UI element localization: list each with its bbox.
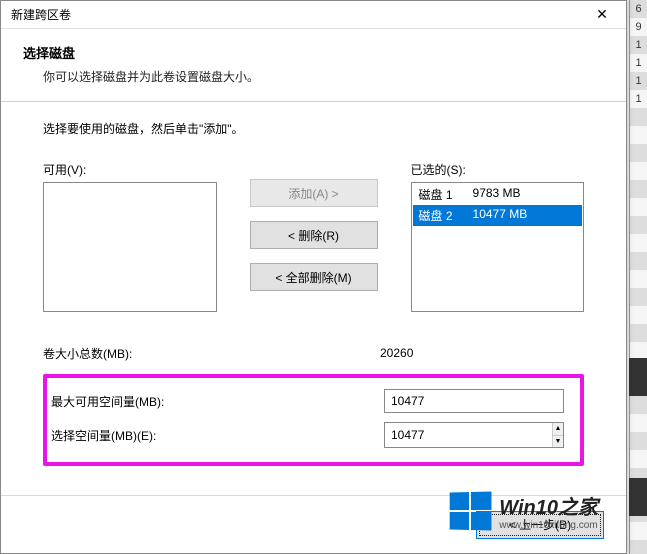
strip-num: 6 <box>630 0 647 18</box>
add-button[interactable]: 添加(A) > <box>250 179 378 207</box>
page-subtitle: 你可以选择磁盘并为此卷设置磁盘大小。 <box>23 68 604 85</box>
total-size-value: 20260 <box>376 344 556 362</box>
remove-all-button[interactable]: < 全部删除(M) <box>250 263 378 291</box>
window-title: 新建跨区卷 <box>11 6 584 23</box>
titlebar[interactable]: 新建跨区卷 ✕ <box>1 1 626 29</box>
back-button[interactable]: < 上一步(B) <box>476 511 604 539</box>
available-column: 可用(V): <box>43 161 217 312</box>
select-space-spinner[interactable]: ▲ ▼ <box>384 422 564 448</box>
list-item[interactable]: 磁盘 2 10477 MB <box>413 205 583 226</box>
instruction-text: 选择要使用的磁盘，然后单击"添加"。 <box>43 120 584 137</box>
bg-band <box>629 478 647 516</box>
total-size-label: 卷大小总数(MB): <box>43 345 368 362</box>
close-button[interactable]: ✕ <box>584 3 620 27</box>
select-space-input[interactable] <box>385 423 552 447</box>
list-item[interactable]: 磁盘 1 9783 MB <box>413 184 583 205</box>
header-area: 选择磁盘 你可以选择磁盘并为此卷设置磁盘大小。 <box>1 29 626 95</box>
strip-num: 1 <box>630 54 647 72</box>
max-space-label: 最大可用空间量(MB): <box>51 393 376 410</box>
disk-name: 磁盘 2 <box>419 207 453 224</box>
max-space-row: 最大可用空间量(MB): <box>51 384 576 418</box>
spinner-up-icon[interactable]: ▲ <box>553 423 563 436</box>
disk-selection-area: 可用(V): 添加(A) > < 删除(R) < 全部删除(M) 已选的(S):… <box>43 161 584 312</box>
selected-listbox[interactable]: 磁盘 1 9783 MB 磁盘 2 10477 MB <box>411 182 585 312</box>
spinner-down-icon[interactable]: ▼ <box>553 436 563 448</box>
page-title: 选择磁盘 <box>23 43 604 62</box>
remove-button[interactable]: < 删除(R) <box>250 221 378 249</box>
total-size-row: 卷大小总数(MB): 20260 <box>43 336 584 370</box>
close-icon: ✕ <box>596 6 608 23</box>
new-spanned-volume-dialog: 新建跨区卷 ✕ 选择磁盘 你可以选择磁盘并为此卷设置磁盘大小。 选择要使用的磁盘… <box>0 0 627 554</box>
selected-label: 已选的(S): <box>411 161 585 178</box>
bg-band <box>629 358 647 396</box>
body-area: 选择要使用的磁盘，然后单击"添加"。 可用(V): 添加(A) > < 删除(R… <box>1 102 626 470</box>
size-fields: 卷大小总数(MB): 20260 最大可用空间量(MB): 选择空间量(MB)(… <box>43 336 584 466</box>
strip-num: 9 <box>630 18 647 36</box>
dialog-footer: < 上一步(B) <box>1 495 626 553</box>
disk-size: 9783 MB <box>473 186 521 203</box>
highlight-annotation: 最大可用空间量(MB): 选择空间量(MB)(E): ▲ ▼ <box>43 374 584 466</box>
strip-num: 1 <box>630 72 647 90</box>
spinner-buttons: ▲ ▼ <box>552 423 563 447</box>
background-strip: 6 9 1 1 1 1 <box>629 0 647 554</box>
transfer-buttons: 添加(A) > < 删除(R) < 全部删除(M) <box>227 161 401 291</box>
max-space-field <box>384 389 564 413</box>
strip-num: 1 <box>630 90 647 108</box>
disk-name: 磁盘 1 <box>419 186 453 203</box>
select-space-row: 选择空间量(MB)(E): ▲ ▼ <box>51 418 576 452</box>
disk-size: 10477 MB <box>473 207 528 224</box>
available-listbox[interactable] <box>43 182 217 312</box>
available-label: 可用(V): <box>43 161 217 178</box>
strip-num: 1 <box>630 36 647 54</box>
select-space-label: 选择空间量(MB)(E): <box>51 427 376 444</box>
selected-column: 已选的(S): 磁盘 1 9783 MB 磁盘 2 10477 MB <box>411 161 585 312</box>
